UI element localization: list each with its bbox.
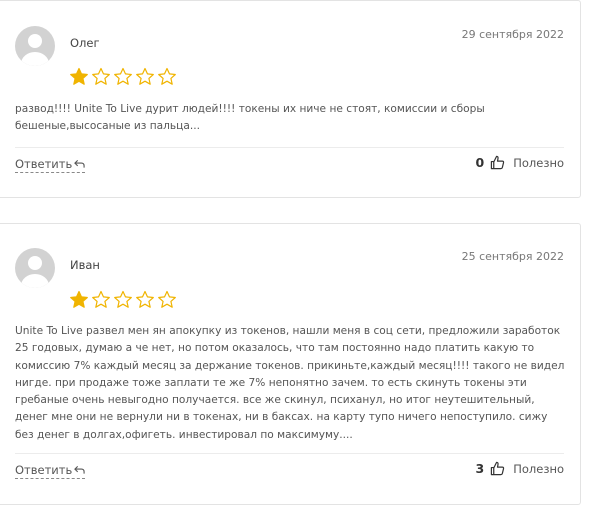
useful-vote: 0 Полезно [476,155,564,170]
reply-label: Ответить [15,463,73,477]
star-empty-icon [113,67,135,87]
review-date: 25 сентября 2022 [461,250,564,263]
avatar [15,248,55,288]
reply-icon [74,159,85,169]
review-card: Олег 29 сентября 2022 развод!!!! Unite T… [0,0,581,198]
star-empty-icon [113,290,135,310]
star-filled-icon [69,67,91,87]
useful-button[interactable]: Полезно [513,462,564,476]
review-text: Unite To Live развел мен ян апокупку из … [15,325,565,441]
star-empty-icon [135,67,157,87]
reply-button[interactable]: Ответить [15,463,86,479]
useful-button[interactable]: Полезно [513,156,564,170]
divider [15,147,564,148]
review-author: Олег [70,36,100,50]
avatar [15,26,55,66]
useful-vote: 3 Полезно [476,461,564,476]
vote-count: 3 [475,461,485,476]
star-empty-icon [91,67,113,87]
review-author: Иван [70,258,100,272]
star-empty-icon [157,290,179,310]
thumbs-up-icon[interactable] [490,461,505,476]
review-date: 29 сентября 2022 [461,28,564,41]
rating-stars [69,290,179,310]
review-card: Иван 25 сентября 2022 Unite To Live разв… [0,223,581,505]
star-empty-icon [91,290,113,310]
vote-count: 0 [475,155,485,170]
star-filled-icon [69,290,91,310]
reply-button[interactable]: Ответить [15,157,86,173]
divider [15,453,564,454]
star-empty-icon [157,67,179,87]
thumbs-up-icon[interactable] [490,155,505,170]
reply-label: Ответить [15,157,73,171]
review-text: развод!!!! Unite To Live дурит людей!!!!… [15,103,485,133]
rating-stars [69,67,179,87]
star-empty-icon [135,290,157,310]
reply-icon [74,465,85,475]
